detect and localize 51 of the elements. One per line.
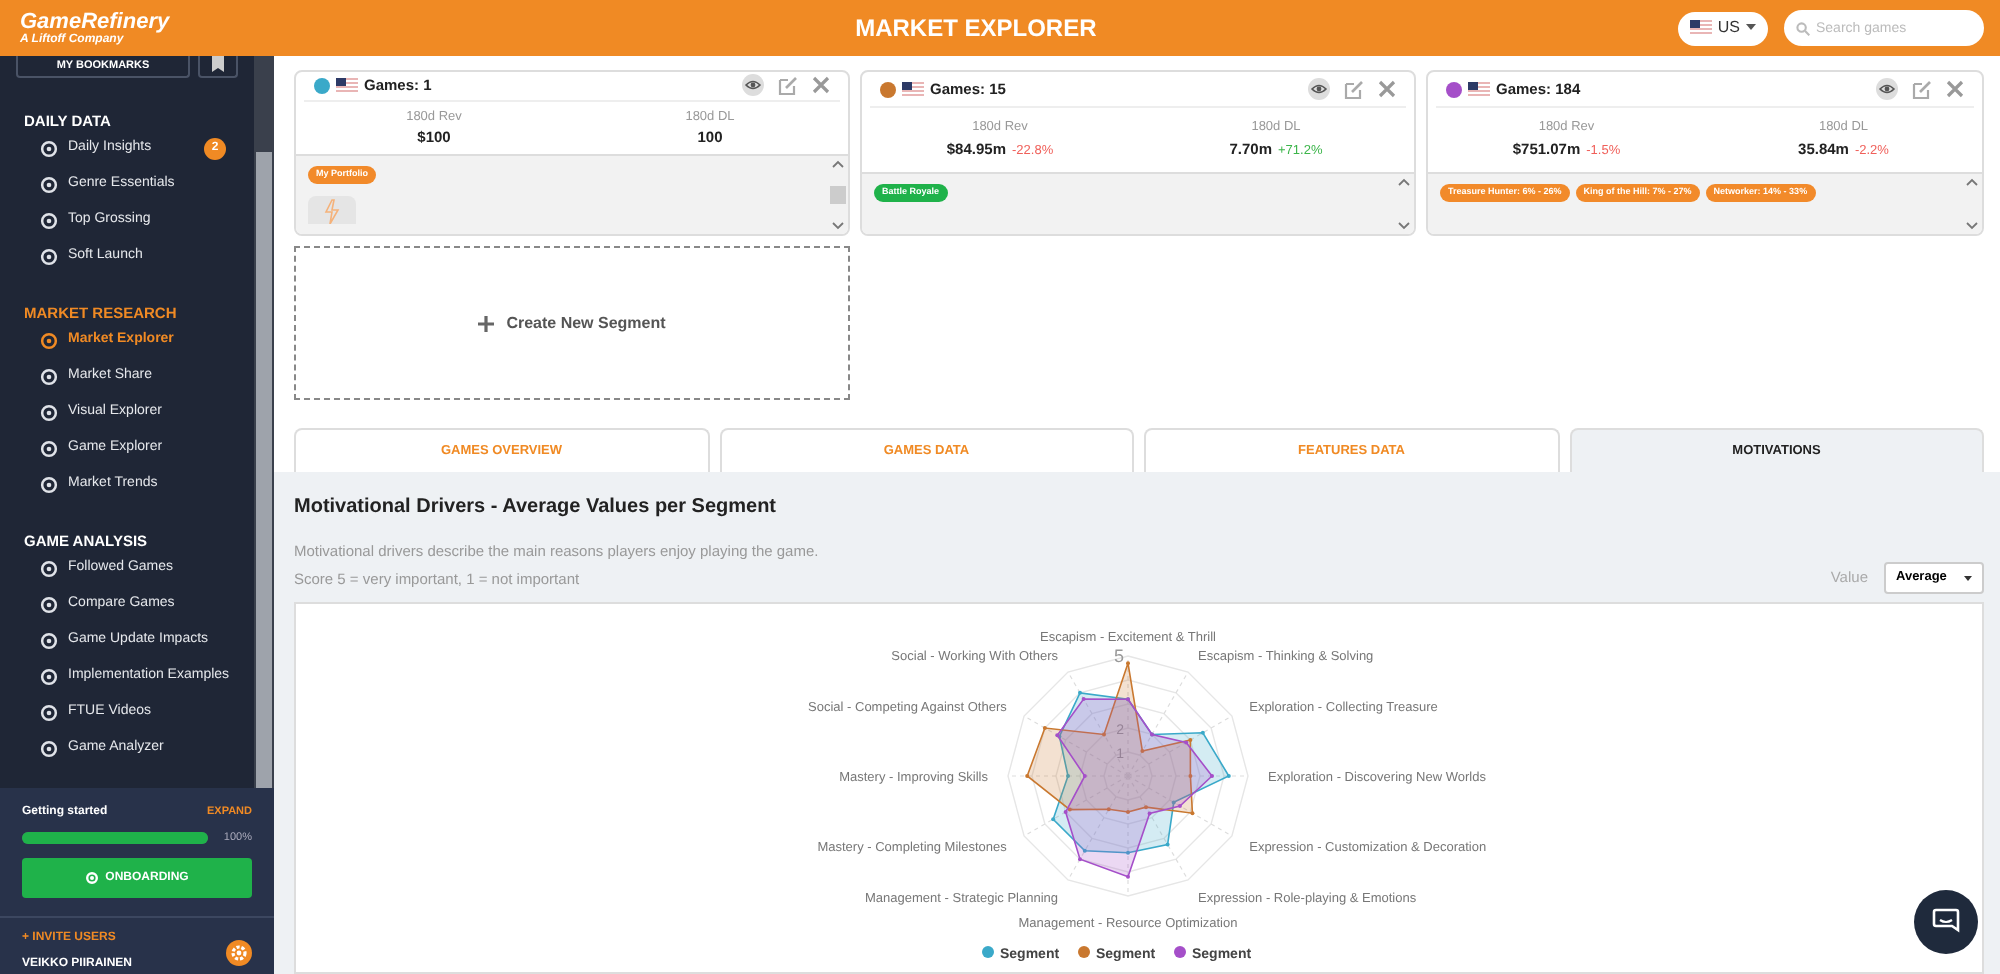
circle-icon <box>40 667 58 685</box>
circle-icon <box>40 139 58 157</box>
circle-icon <box>40 247 58 265</box>
flag-icon <box>1468 81 1490 97</box>
eye-icon[interactable] <box>1308 78 1330 100</box>
circle-icon <box>40 739 58 757</box>
scroll-up-icon[interactable] <box>1398 178 1410 186</box>
flag-icon <box>336 77 358 94</box>
circle-icon <box>40 331 58 349</box>
scrollbar[interactable] <box>254 56 274 788</box>
circle-icon <box>40 703 58 721</box>
edit-icon[interactable] <box>1344 79 1364 99</box>
eye-icon[interactable] <box>1876 78 1898 100</box>
scroll-down-icon[interactable] <box>832 222 844 230</box>
circle-icon <box>40 403 58 421</box>
bookmark-icon <box>212 56 224 72</box>
page-title: MARKET EXPLORER <box>853 12 1099 46</box>
flag-icon <box>902 81 924 97</box>
circle-icon <box>40 211 58 229</box>
chat-icon <box>1932 908 1960 936</box>
settings-icon[interactable] <box>226 939 252 965</box>
close-icon[interactable] <box>812 76 830 95</box>
scroll-thumb[interactable] <box>830 186 846 205</box>
circle-icon <box>40 631 58 649</box>
circle-icon <box>40 439 58 457</box>
edit-icon[interactable] <box>778 75 798 96</box>
section-title: Motivational Drivers - Average Values per Segment <box>294 494 779 522</box>
scale-label: 5 <box>1113 646 1124 666</box>
circle-icon <box>40 595 58 613</box>
search-icon <box>1796 21 1810 35</box>
close-icon[interactable] <box>1946 80 1964 98</box>
country-dropdown[interactable]: US <box>1677 11 1768 45</box>
circle-icon <box>40 475 58 493</box>
logo-title: GameRefinery <box>20 11 172 33</box>
scroll-down-icon[interactable] <box>1966 222 1978 230</box>
edit-icon[interactable] <box>1912 79 1932 99</box>
scroll-up-icon[interactable] <box>1966 178 1978 186</box>
flag-icon <box>1689 20 1712 36</box>
circle-icon <box>40 367 58 385</box>
plus-icon <box>478 315 495 331</box>
scroll-down-icon[interactable] <box>1398 222 1410 230</box>
eye-icon[interactable] <box>742 74 764 97</box>
caret-icon <box>1746 24 1756 32</box>
create-segment-button[interactable]: Create New Segment <box>294 246 850 400</box>
bookmark-button[interactable] <box>198 56 238 78</box>
scroll-up-icon[interactable] <box>832 160 844 169</box>
caret-icon <box>1964 575 1972 581</box>
circle-icon <box>40 175 58 193</box>
close-icon[interactable] <box>1378 80 1396 98</box>
circle-icon <box>40 559 58 577</box>
circle-icon <box>85 872 98 884</box>
